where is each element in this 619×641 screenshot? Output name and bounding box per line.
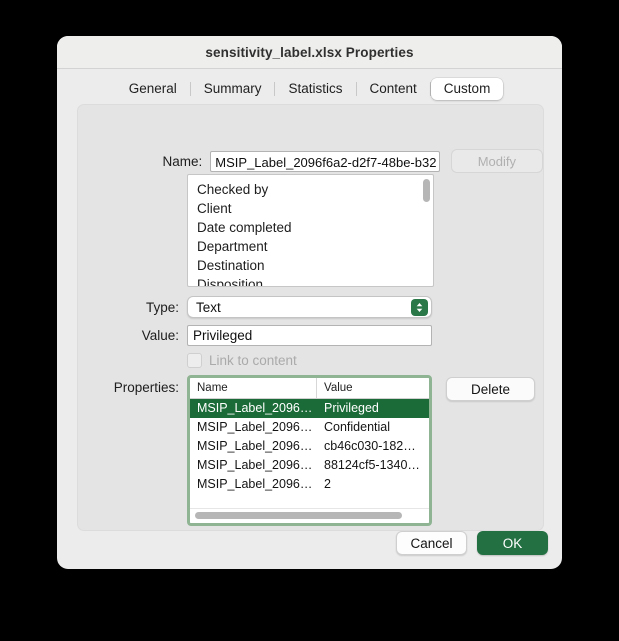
tab-content[interactable]: Content (357, 78, 430, 100)
type-select[interactable]: Text (187, 296, 432, 318)
list-item[interactable]: Client (188, 199, 433, 218)
cell-name: MSIP_Label_2096… (197, 401, 313, 415)
value-label: Value: (141, 328, 179, 343)
type-select-value: Text (196, 299, 221, 315)
name-suggestion-list[interactable]: Checked by Client Date completed Departm… (187, 174, 434, 287)
cell-value: 88124cf5-1340… (324, 458, 420, 472)
tab-general[interactable]: General (116, 78, 190, 100)
dialog-footer: Cancel OK (396, 531, 548, 555)
cancel-button[interactable]: Cancel (396, 531, 467, 555)
modify-button[interactable]: Modify (450, 149, 543, 173)
properties-label: Properties: (113, 380, 179, 395)
name-input[interactable]: MSIP_Label_2096f6a2-d2f7-48be-b32 (210, 150, 440, 172)
value-row: Value: Privileged (78, 325, 543, 346)
scrollbar-thumb[interactable] (195, 512, 402, 519)
list-item[interactable]: Date completed (188, 218, 433, 237)
value-input[interactable]: Privileged (187, 325, 432, 346)
custom-tab-panel: Name: MSIP_Label_2096f6a2-d2f7-48be-b32 … (77, 104, 544, 531)
cell-value: cb46c030-182… (324, 439, 416, 453)
table-row[interactable]: MSIP_Label_2096… 2 (190, 475, 429, 494)
name-label: Name: (162, 153, 203, 169)
table-row[interactable]: MSIP_Label_2096… Privileged (190, 399, 429, 418)
tab-custom[interactable]: Custom (430, 78, 504, 100)
list-item[interactable]: Checked by (188, 180, 433, 199)
type-label: Type: (145, 299, 179, 315)
properties-table[interactable]: Name Value MSIP_Label_2096… Privileged M… (187, 375, 432, 526)
type-row: Type: Text (78, 296, 543, 318)
tab-statistics[interactable]: Statistics (275, 78, 355, 100)
link-to-content-row: Link to content (187, 353, 297, 368)
tab-summary[interactable]: Summary (191, 78, 275, 100)
table-header: Name Value (190, 378, 429, 399)
cell-name: MSIP_Label_2096… (197, 420, 313, 434)
list-item[interactable]: Disposition (188, 275, 433, 286)
cell-name: MSIP_Label_2096… (197, 458, 313, 472)
cell-name: MSIP_Label_2096… (197, 477, 313, 491)
list-item[interactable]: Destination (188, 256, 433, 275)
column-header-name[interactable]: Name (190, 378, 317, 398)
name-row: Name: MSIP_Label_2096f6a2-d2f7-48be-b32 … (78, 149, 543, 173)
tab-bar: General Summary Statistics Content Custo… (57, 69, 562, 104)
properties-dialog: sensitivity_label.xlsx Properties Genera… (57, 36, 562, 569)
dialog-title: sensitivity_label.xlsx Properties (205, 44, 414, 60)
delete-button[interactable]: Delete (446, 377, 535, 401)
list-item[interactable]: Department (188, 237, 433, 256)
column-header-value[interactable]: Value (317, 378, 429, 398)
cell-value: Privileged (324, 401, 379, 415)
name-suggestion-items: Checked by Client Date completed Departm… (188, 175, 433, 286)
cell-value: 2 (324, 477, 331, 491)
table-row[interactable]: MSIP_Label_2096… Confidential (190, 418, 429, 437)
ok-button[interactable]: OK (477, 531, 548, 555)
dialog-titlebar: sensitivity_label.xlsx Properties (57, 36, 562, 69)
table-row[interactable]: MSIP_Label_2096… 88124cf5-1340… (190, 456, 429, 475)
link-to-content-checkbox[interactable] (187, 353, 202, 368)
list-vertical-scrollbar[interactable] (423, 179, 430, 282)
table-row[interactable]: MSIP_Label_2096… cb46c030-182… (190, 437, 429, 456)
chevron-updown-icon[interactable] (411, 299, 428, 316)
cell-value: Confidential (324, 420, 391, 434)
link-to-content-label: Link to content (209, 353, 297, 368)
table-horizontal-scrollbar[interactable] (190, 508, 429, 523)
scrollbar-thumb[interactable] (423, 179, 430, 202)
cell-name: MSIP_Label_2096… (197, 439, 313, 453)
